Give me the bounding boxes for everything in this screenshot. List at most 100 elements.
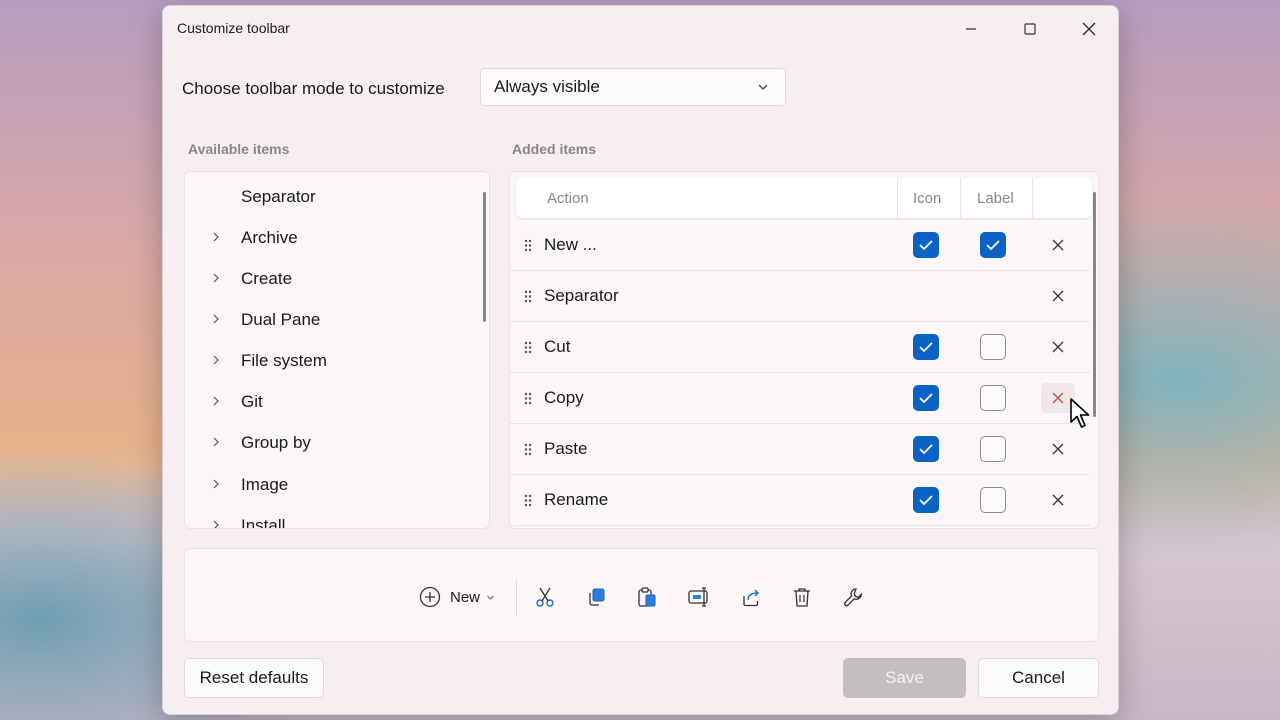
available-item[interactable]: Group by	[185, 423, 475, 463]
row-name: Rename	[544, 490, 609, 509]
available-item[interactable]: Image	[185, 465, 475, 505]
toolbar-preview: New	[184, 548, 1099, 642]
available-item-label: Separator	[241, 187, 316, 206]
icon-checkbox[interactable]	[913, 232, 939, 258]
available-item[interactable]: Install	[185, 506, 475, 529]
preview-rename-button[interactable]	[685, 583, 713, 611]
maximize-icon	[1024, 23, 1036, 35]
icon-checkbox[interactable]	[913, 436, 939, 462]
remove-button[interactable]	[1041, 230, 1075, 260]
remove-button[interactable]	[1041, 281, 1075, 311]
available-item[interactable]: Git	[185, 382, 475, 422]
available-item-label: Image	[241, 475, 289, 494]
maximize-button[interactable]	[1007, 12, 1053, 46]
preview-share-button[interactable]	[737, 583, 765, 611]
mode-selected-value: Always visible	[494, 77, 600, 96]
remove-button[interactable]	[1041, 485, 1075, 515]
paste-icon	[638, 587, 656, 607]
reset-defaults-button[interactable]: Reset defaults	[184, 658, 324, 698]
drag-handle-icon[interactable]	[524, 341, 532, 354]
cancel-button[interactable]: Cancel	[978, 658, 1099, 698]
table-header: Action Icon Label	[516, 178, 1092, 218]
preview-cut-button[interactable]	[531, 583, 559, 611]
row-name: Copy	[544, 388, 584, 407]
available-item[interactable]: Create	[185, 259, 475, 299]
drag-handle-icon[interactable]	[524, 239, 532, 252]
table-row[interactable]: Separator	[510, 271, 1090, 322]
delete-icon	[794, 588, 810, 607]
available-item-label: Archive	[241, 228, 298, 247]
drag-handle-icon[interactable]	[524, 443, 532, 456]
preview-paste-button[interactable]	[633, 583, 661, 611]
available-items-list[interactable]: Separator Archive Create Dual Pane File …	[184, 171, 490, 529]
checkmark-icon	[919, 495, 933, 506]
table-row[interactable]: Rename	[510, 475, 1090, 526]
close-icon	[1052, 494, 1064, 506]
preview-new-button[interactable]: New	[415, 583, 499, 611]
label-checkbox[interactable]	[980, 385, 1006, 411]
label-checkbox[interactable]	[980, 232, 1006, 258]
added-scrollbar[interactable]	[1093, 192, 1096, 417]
table-row[interactable]: Cut	[510, 322, 1090, 373]
checkmark-icon	[919, 342, 933, 353]
share-icon	[743, 589, 759, 607]
chevron-right-icon[interactable]	[211, 353, 221, 367]
rename-icon	[688, 587, 708, 607]
close-icon	[1052, 341, 1064, 353]
properties-wrench-icon	[843, 588, 862, 607]
available-items-header: Available items	[188, 141, 290, 157]
label-checkbox[interactable]	[980, 334, 1006, 360]
minimize-button[interactable]	[948, 12, 994, 46]
icon-checkbox[interactable]	[913, 385, 939, 411]
remove-button[interactable]	[1041, 332, 1075, 362]
column-label: Label	[977, 190, 1014, 207]
preview-delete-button[interactable]	[788, 583, 816, 611]
drag-handle-icon[interactable]	[524, 290, 532, 303]
table-row[interactable]: New ...	[510, 220, 1090, 271]
available-item[interactable]: Separator	[185, 177, 475, 217]
label-checkbox[interactable]	[980, 436, 1006, 462]
available-item[interactable]: Dual Pane	[185, 300, 475, 340]
close-button[interactable]	[1066, 12, 1112, 46]
chevron-down-icon	[758, 84, 768, 90]
chevron-right-icon[interactable]	[211, 230, 221, 244]
available-scrollbar[interactable]	[483, 192, 486, 322]
checkmark-icon	[919, 444, 933, 455]
available-item-label: Group by	[241, 433, 311, 452]
available-item-label: Dual Pane	[241, 310, 321, 329]
available-item[interactable]: File system	[185, 341, 475, 381]
column-icon: Icon	[913, 190, 942, 207]
chevron-right-icon[interactable]	[211, 394, 221, 408]
added-items-table: Action Icon Label New ... Separator Cut	[509, 171, 1099, 529]
column-action: Action	[547, 190, 589, 207]
available-item-label: Git	[241, 392, 263, 411]
chevron-down-icon	[487, 595, 494, 600]
drag-handle-icon[interactable]	[524, 392, 532, 405]
label-checkbox[interactable]	[980, 487, 1006, 513]
row-name: Cut	[544, 337, 571, 356]
table-row[interactable]: Paste	[510, 424, 1090, 475]
chevron-right-icon[interactable]	[211, 271, 221, 285]
remove-button[interactable]	[1041, 434, 1075, 464]
chevron-right-icon[interactable]	[211, 312, 221, 326]
save-button[interactable]: Save	[843, 658, 966, 698]
icon-checkbox[interactable]	[913, 487, 939, 513]
chevron-right-icon[interactable]	[211, 435, 221, 449]
chevron-right-icon[interactable]	[211, 518, 221, 529]
preview-properties-button[interactable]	[839, 583, 867, 611]
chevron-right-icon[interactable]	[211, 477, 221, 491]
icon-checkbox[interactable]	[913, 334, 939, 360]
table-row[interactable]: Copy	[510, 373, 1090, 424]
close-icon	[1052, 290, 1064, 302]
available-item[interactable]: Archive	[185, 218, 475, 258]
mode-label: Choose toolbar mode to customize	[182, 79, 445, 98]
close-icon	[1052, 392, 1064, 404]
added-items-header: Added items	[512, 141, 597, 157]
row-name: Separator	[544, 286, 619, 305]
close-icon	[1082, 22, 1096, 36]
add-circle-icon	[419, 586, 441, 608]
drag-handle-icon[interactable]	[524, 494, 532, 507]
mode-dropdown[interactable]: Always visible	[480, 68, 786, 106]
preview-copy-button[interactable]	[582, 583, 610, 611]
available-item-label: Create	[241, 269, 293, 288]
